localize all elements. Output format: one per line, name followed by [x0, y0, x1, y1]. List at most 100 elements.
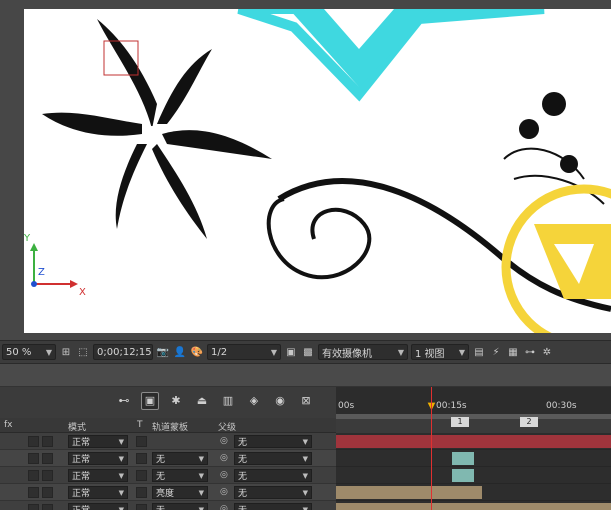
mode-value: 正常 [72, 438, 91, 448]
track-matte-dropdown[interactable]: 无▼ [152, 469, 208, 482]
switch-checkbox[interactable] [42, 487, 53, 498]
motion-blur-icon[interactable]: ▥ [219, 392, 237, 410]
layer-duration-bar[interactable] [336, 435, 611, 448]
chevron-down-icon: ▼ [118, 471, 124, 480]
preserve-transparency-checkbox[interactable] [136, 487, 147, 498]
parent-dropdown[interactable]: 无▼ [234, 486, 312, 499]
mode-dropdown[interactable]: 正常 ▼ [68, 486, 128, 499]
camera-dropdown[interactable]: 有效摄像机 ▼ [318, 344, 408, 360]
layer-row[interactable]: 正常 ▼ ◎ 无 ▼ [0, 433, 336, 450]
resolution-dropdown[interactable]: 1/2 ▼ [207, 344, 281, 360]
chevron-down-icon: ▼ [118, 488, 124, 497]
auto-keyframe-icon[interactable]: ◉ [271, 392, 289, 410]
pickwhip-icon[interactable]: ◎ [220, 470, 228, 480]
region-of-interest-icon[interactable]: ▣ [284, 345, 298, 359]
mode-header: 模式 [68, 423, 87, 433]
axis-y-label: Y [24, 233, 31, 244]
time-ruler[interactable]: 00s 00:15s 00:30s [336, 387, 611, 414]
chevron-down-icon: ▼ [302, 488, 308, 497]
chevron-down-icon: ▼ [198, 471, 204, 480]
switch-checkbox[interactable] [28, 487, 39, 498]
mode-dropdown[interactable]: 正常 ▼ [68, 469, 128, 482]
layer-row[interactable]: 正常 ▼ 无▼ ◎ 无▼ [0, 467, 336, 484]
toggle-pixel-icon[interactable]: ▤ [472, 345, 486, 359]
composition-canvas[interactable]: Y X Z [24, 9, 611, 333]
track-row [336, 501, 611, 510]
mode-value: 正常 [72, 489, 91, 499]
parent-dropdown[interactable]: 无▼ [234, 503, 312, 510]
parent-dropdown[interactable]: 无▼ [234, 452, 312, 465]
brainstorm-icon[interactable]: ◈ [245, 392, 263, 410]
fx-header: fx [4, 420, 13, 430]
preserve-transparency-checkbox[interactable] [136, 470, 147, 481]
chevron-down-icon: ▼ [458, 347, 465, 357]
matte-value: 亮度 [156, 489, 175, 499]
preserve-transparency-checkbox[interactable] [136, 436, 147, 447]
pickwhip-icon[interactable]: ◎ [220, 436, 228, 446]
hide-shy-layers-icon[interactable]: ✱ [167, 392, 185, 410]
camera-snapshot-icon[interactable]: 📷 [156, 345, 170, 359]
pickwhip-icon[interactable]: ◎ [220, 487, 228, 497]
show-snapshot-icon[interactable]: 👤 [173, 345, 187, 359]
graph-editor-icon[interactable]: ⊠ [297, 392, 315, 410]
track-row [336, 484, 611, 501]
layer-duration-bar[interactable] [336, 486, 482, 499]
playhead-line[interactable] [431, 387, 432, 510]
switch-checkbox[interactable] [42, 470, 53, 481]
preserve-transparency-checkbox[interactable] [136, 453, 147, 464]
artwork-svg [30, 9, 611, 333]
axis-gizmo [30, 243, 78, 288]
mode-value: 正常 [72, 472, 91, 482]
layer-duration-bar[interactable] [452, 452, 474, 465]
switch-checkbox[interactable] [42, 436, 53, 447]
mask-toggle-icon[interactable]: ⬚ [76, 345, 90, 359]
parent-value: 无 [238, 489, 248, 499]
layer-row[interactable]: 正常▼ 无▼ ◎ 无▼ [0, 450, 336, 467]
switch-checkbox[interactable] [28, 453, 39, 464]
pickwhip-icon[interactable]: ◎ [220, 453, 228, 463]
time-label-0: 00s [338, 401, 355, 411]
draft-3d-icon[interactable]: ▣ [141, 391, 159, 410]
marker-1[interactable]: 1 [451, 417, 469, 427]
switch-checkbox[interactable] [42, 453, 53, 464]
marker-2[interactable]: 2 [520, 417, 538, 427]
mode-dropdown[interactable]: 正常 ▼ [68, 503, 128, 510]
frame-blending-icon[interactable]: ⏏ [193, 392, 211, 410]
work-area-bar[interactable] [336, 414, 611, 419]
preserve-transparency-checkbox[interactable] [136, 504, 147, 510]
layer-tracks [336, 433, 611, 510]
switch-checkbox[interactable] [28, 436, 39, 447]
matte-value: 无 [156, 455, 166, 465]
track-matte-dropdown[interactable]: 亮度 ▼ [152, 486, 208, 499]
mode-dropdown[interactable]: 正常 ▼ [68, 435, 128, 448]
timecode-field[interactable]: 0;00;12;15 [93, 344, 153, 360]
comp-mini-flowchart-icon[interactable]: ⊷ [115, 392, 133, 410]
transparency-grid-icon[interactable]: ▩ [301, 345, 315, 359]
exposure-icon[interactable]: ✲ [540, 345, 554, 359]
track-matte-dropdown[interactable]: 无▼ [152, 503, 208, 510]
channel-icon[interactable]: 🎨 [190, 345, 204, 359]
timeline-icon[interactable]: ▦ [506, 345, 520, 359]
switch-checkbox[interactable] [28, 470, 39, 481]
flowchart-icon[interactable]: ⊶ [523, 345, 537, 359]
layer-duration-bar[interactable] [452, 469, 474, 482]
layer-row[interactable]: 正常▼ 无▼ ◎ 无▼ [0, 501, 336, 510]
switch-checkbox[interactable] [28, 504, 39, 510]
views-dropdown[interactable]: 1 视图 ▼ [411, 344, 469, 360]
track-matte-dropdown[interactable]: 无▼ [152, 452, 208, 465]
parent-dropdown[interactable]: 无▼ [234, 435, 312, 448]
pickwhip-icon[interactable]: ◎ [220, 504, 228, 510]
resolution-value: 1/2 [211, 346, 228, 358]
layer-duration-bar[interactable] [336, 503, 611, 510]
switch-checkbox[interactable] [42, 504, 53, 510]
zoom-dropdown[interactable]: 50 % ▼ [2, 344, 56, 360]
fast-preview-icon[interactable]: ⚡ [489, 345, 503, 359]
track-row [336, 467, 611, 484]
parent-dropdown[interactable]: 无▼ [234, 469, 312, 482]
axis-x-label: X [79, 287, 86, 298]
layer-row[interactable]: 正常 ▼ 亮度 ▼ ◎ 无 ▼ [0, 484, 336, 501]
parent-value: 无 [238, 438, 248, 448]
mode-dropdown[interactable]: 正常 ▼ [68, 452, 128, 465]
safe-zones-icon[interactable]: ⊞ [59, 345, 73, 359]
column-headers: fx 模式 T 轨道蒙板 父级 [0, 418, 336, 433]
